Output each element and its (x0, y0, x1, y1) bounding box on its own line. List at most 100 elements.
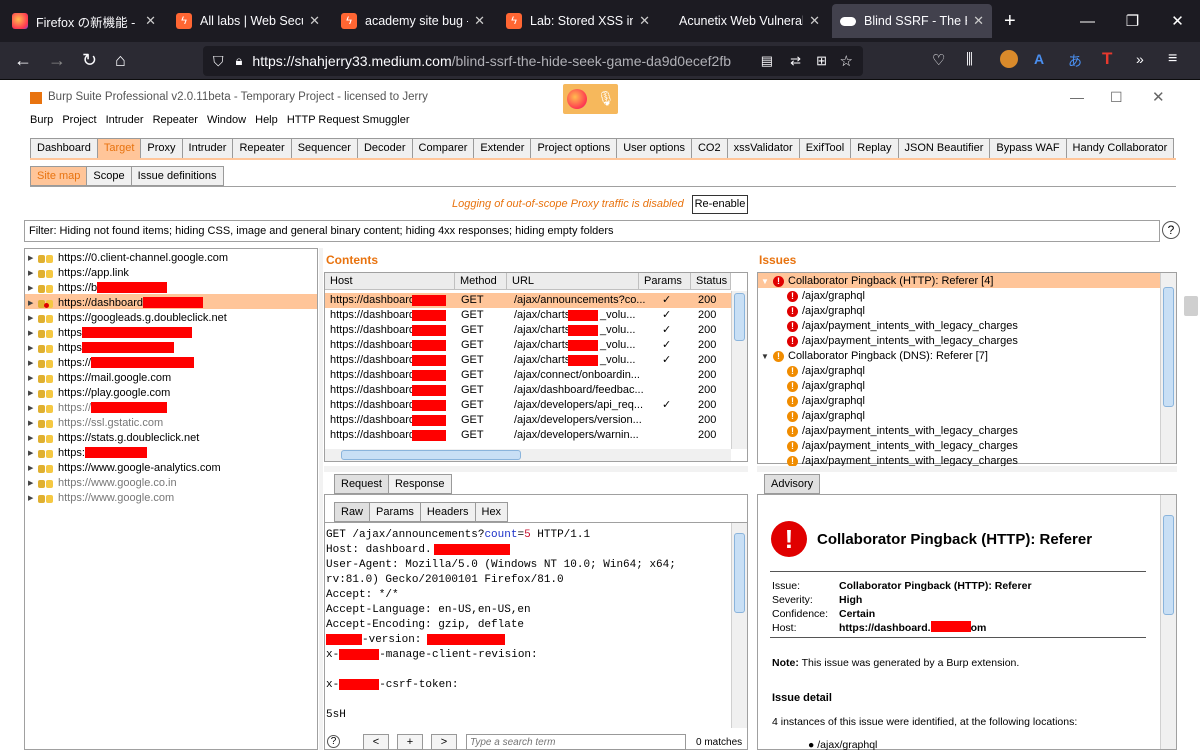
table-row[interactable]: https://dashboard GET/ajax/charts _volu...… (326, 308, 744, 323)
menu-window[interactable]: Window (207, 114, 246, 126)
tab-request[interactable]: Request (334, 474, 389, 494)
burp-close-icon[interactable]: ✕ (1152, 88, 1165, 106)
issue-item[interactable]: ! /ajax/graphql (787, 364, 865, 379)
expand-arrow-icon[interactable]: ▶ (28, 479, 38, 487)
expand-arrow-icon[interactable]: ▶ (28, 269, 38, 277)
tab-site-map[interactable]: Site map (30, 166, 88, 186)
sitemap-item[interactable]: ▶ https (28, 340, 174, 355)
expand-arrow-icon[interactable]: ▶ (28, 329, 38, 337)
search-add-button[interactable]: + (397, 734, 423, 750)
sitemap-item[interactable]: ▶ https://b (28, 280, 168, 295)
main-tab-repeater[interactable]: Repeater (232, 138, 292, 158)
col-host[interactable]: Host (325, 273, 455, 290)
issue-item[interactable]: ! /ajax/graphql (787, 394, 865, 409)
main-tab-sequencer[interactable]: Sequencer (290, 138, 358, 158)
url-bar[interactable]: ⛉ 🔒︎ https://shahjerry33.medium.com/blin… (203, 46, 863, 76)
table-row[interactable]: https://dashboard GET/ajax/charts _volu...… (326, 338, 744, 353)
expand-arrow-icon[interactable]: ▶ (28, 314, 38, 322)
main-tab-replay[interactable]: Replay (850, 138, 899, 158)
extensions-grid-icon[interactable]: ⊞ (816, 53, 827, 69)
expand-arrow-icon[interactable]: ▶ (28, 284, 38, 292)
tab-headers[interactable]: Headers (419, 502, 476, 522)
translate-extension-icon[interactable]: A (1034, 51, 1044, 67)
issue-item[interactable]: ! /ajax/payment_intents_with_legacy_charg… (787, 319, 1018, 334)
issue-group[interactable]: ▼! Collaborator Pingback (DNS): Referer [… (761, 349, 988, 364)
col-url[interactable]: URL (507, 273, 639, 290)
tab-advisory[interactable]: Advisory (764, 474, 821, 494)
bookmark-star-icon[interactable]: ☆ (840, 52, 853, 70)
table-row[interactable]: https://dashboard GET/ajax/charts _volu...… (326, 353, 744, 368)
main-tab-target[interactable]: Target (96, 138, 142, 158)
sitemap-item[interactable]: ▶ https://dashboard (28, 295, 204, 310)
t-extension-icon[interactable]: T (1102, 49, 1112, 69)
menu-http-request-smuggler[interactable]: HTTP Request Smuggler (287, 114, 410, 126)
sitemap-item[interactable]: ▶ https:// (28, 400, 168, 415)
table-row[interactable]: https://dashboard GET/ajax/developers/ver… (326, 413, 744, 428)
help-icon[interactable]: ? (1162, 221, 1180, 239)
contents-hscrollbar[interactable] (325, 449, 731, 461)
sitemap-item[interactable]: ▶ https://www.google-analytics.com (28, 460, 221, 475)
browser-tab-active[interactable]: Blind SSRF - The Hide ✕ (832, 4, 992, 38)
sitemap-item[interactable]: ▶ https://googleads.g.doubleclick.net (28, 310, 227, 325)
table-row[interactable]: https://dashboard GET/ajax/announcements?… (326, 293, 744, 308)
main-tab-handy-collaborator[interactable]: Handy Collaborator (1065, 138, 1175, 158)
main-tab-user-options[interactable]: User options (616, 138, 692, 158)
main-tab-comparer[interactable]: Comparer (411, 138, 475, 158)
help-icon[interactable]: ? (327, 735, 340, 748)
main-tab-bypass-waf[interactable]: Bypass WAF (989, 138, 1067, 158)
reenable-button[interactable]: Re-enable (692, 195, 748, 214)
sitemap-item[interactable]: ▶ https:// (28, 355, 195, 370)
expand-arrow-icon[interactable]: ▶ (28, 464, 38, 472)
main-tab-exiftool[interactable]: ExifTool (798, 138, 852, 158)
main-tab-decoder[interactable]: Decoder (356, 138, 413, 158)
close-icon[interactable]: ✕ (474, 13, 485, 29)
reader-view-icon[interactable]: ▤ (761, 53, 773, 69)
search-input[interactable] (466, 734, 686, 750)
issue-item[interactable]: ! /ajax/graphql (787, 409, 865, 424)
issue-item[interactable]: ! /ajax/payment_intents_with_legacy_charg… (787, 439, 1018, 454)
browser-tab[interactable]: ϟ All labs | Web Security ✕ (168, 0, 328, 42)
browser-tab[interactable]: Firefox の新機能 - プラ ✕ (4, 0, 164, 42)
more-tools-icon[interactable]: » (1136, 51, 1144, 67)
page-scroll-thumb[interactable] (1184, 296, 1198, 316)
firefox-icon[interactable] (567, 89, 587, 109)
expand-arrow-icon[interactable]: ▶ (28, 299, 38, 307)
table-row[interactable]: https://dashboard GET/ajax/dashboard/feed… (326, 383, 744, 398)
hscroll-thumb[interactable] (341, 450, 521, 460)
issue-group[interactable]: ▼! Collaborator Pingback (HTTP): Referer … (761, 274, 993, 289)
menu-repeater[interactable]: Repeater (153, 114, 198, 126)
issue-item[interactable]: ! /ajax/graphql (787, 304, 865, 319)
back-icon[interactable]: ← (14, 51, 32, 69)
local-extension-icon[interactable] (1000, 50, 1018, 68)
main-tab-extender[interactable]: Extender (473, 138, 532, 158)
burp-maximize-icon[interactable]: ☐ (1110, 89, 1123, 106)
library-icon[interactable]: ⫼ (966, 51, 973, 68)
table-row[interactable]: https://dashboard GET/ajax/connect/onboar… (326, 368, 744, 383)
expand-arrow-icon[interactable]: ▶ (28, 404, 38, 412)
main-tab-co2[interactable]: CO2 (690, 138, 728, 158)
col-status[interactable]: Status (691, 273, 731, 290)
scroll-thumb[interactable] (1163, 287, 1174, 407)
expand-arrow-icon[interactable]: ▶ (28, 389, 38, 397)
sitemap-item[interactable]: ▶ https://ssl.gstatic.com (28, 415, 163, 430)
sitemap-item[interactable]: ▶ https (28, 325, 192, 340)
main-tab-project-options[interactable]: Project options (530, 138, 618, 158)
sitemap-item[interactable]: ▶ https://mail.google.com (28, 370, 171, 385)
close-window-icon[interactable]: ✕ (1155, 0, 1200, 42)
scroll-thumb[interactable] (734, 533, 745, 613)
language-extension-icon[interactable]: あ (1068, 51, 1082, 71)
issues-scrollbar[interactable] (1160, 273, 1176, 463)
menu-burp[interactable]: Burp (30, 114, 53, 126)
request-scrollbar[interactable] (731, 523, 747, 728)
sitemap-item[interactable]: ▶ https://stats.g.doubleclick.net (28, 430, 199, 445)
expand-arrow-icon[interactable]: ▶ (28, 419, 38, 427)
forward-icon[interactable]: → (48, 51, 66, 69)
sitemap-item[interactable]: ▶ https: (28, 445, 147, 460)
search-next-button[interactable]: > (431, 734, 457, 750)
browser-tab[interactable]: ϟ Lab: Stored XSS into H ✕ (498, 0, 658, 42)
microphone-icon[interactable]: 🎙︎ (597, 90, 615, 107)
issue-item[interactable]: ! /ajax/payment_intents_with_legacy_charg… (787, 334, 1018, 349)
menu-project[interactable]: Project (62, 114, 96, 126)
main-tab-json-beautifier[interactable]: JSON Beautifier (897, 138, 991, 158)
search-prev-button[interactable]: < (363, 734, 389, 750)
